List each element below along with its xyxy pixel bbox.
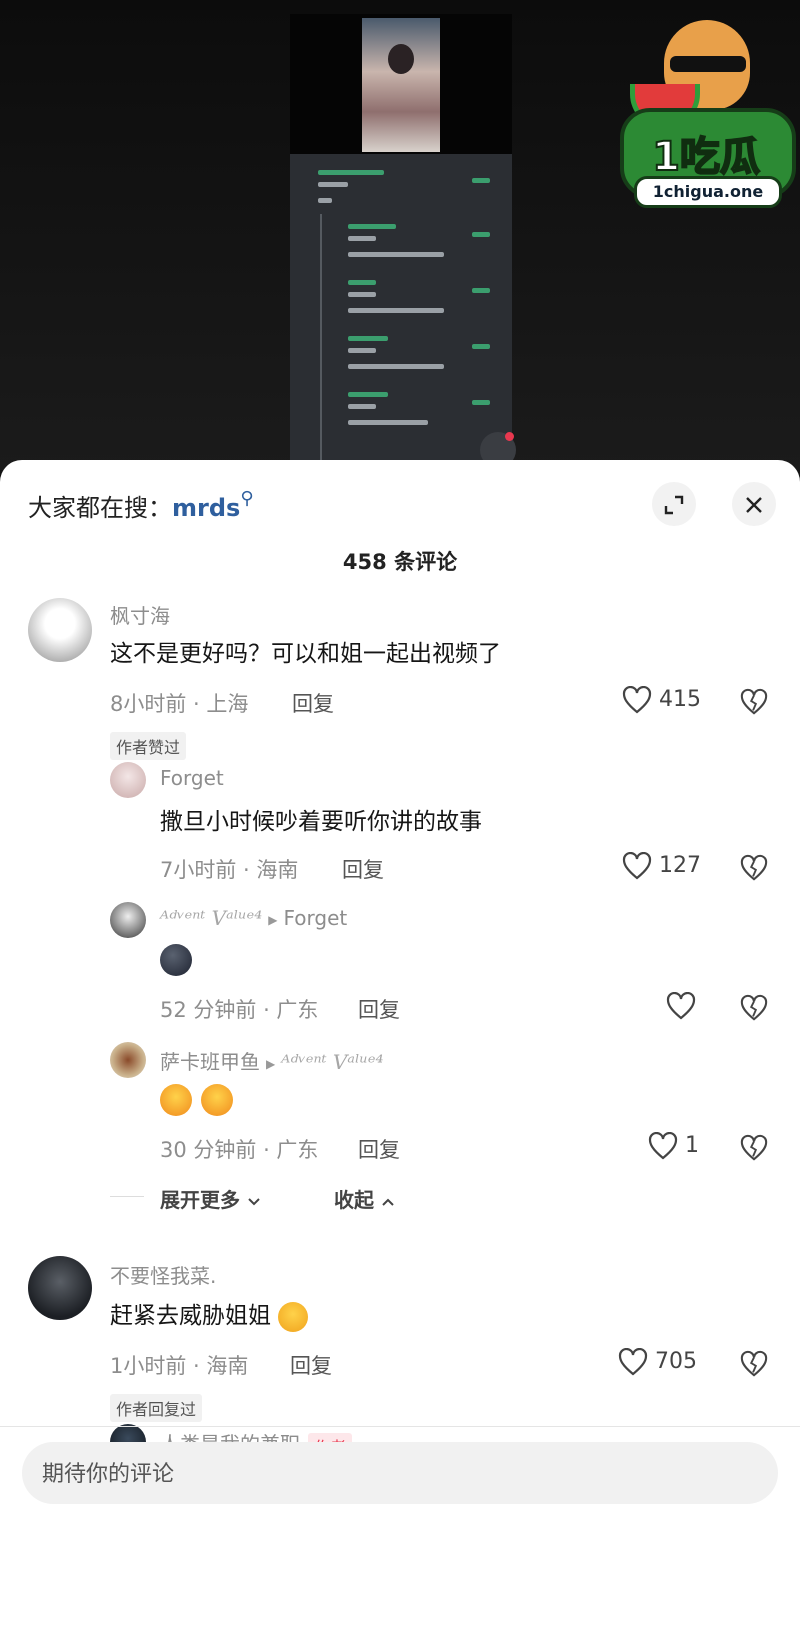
- broken-heart-icon[interactable]: [740, 854, 768, 882]
- reply-button[interactable]: 回复: [358, 1134, 400, 1164]
- reply-text: 撒旦小时候吵着要听你讲的故事: [160, 809, 482, 835]
- reply-time-location: 7小时前 · 海南: [160, 858, 299, 882]
- comment-username[interactable]: 不要怪我菜.: [110, 1260, 216, 1289]
- like-button[interactable]: [666, 992, 696, 1020]
- laughing-emoji: [160, 1084, 192, 1116]
- comment-text: 赶紧去威胁姐姐: [110, 1303, 271, 1329]
- triangle-right-icon: ▶: [268, 912, 278, 927]
- comment-time-location: 1小时前 · 海南: [110, 1354, 249, 1378]
- search-term[interactable]: mrds: [172, 494, 240, 522]
- broken-heart-icon[interactable]: [740, 1350, 768, 1378]
- like-count: 415: [659, 687, 701, 712]
- avatar[interactable]: [28, 1256, 92, 1320]
- comment-text: 这不是更好吗？可以和姐一起出视频了: [110, 641, 501, 667]
- reply-button[interactable]: 回复: [290, 1350, 332, 1380]
- chevron-down-icon: [248, 1197, 260, 1205]
- broken-heart-icon[interactable]: [740, 1134, 768, 1162]
- blob-emoji: [160, 944, 192, 976]
- heart-icon: [622, 852, 652, 880]
- reply-emojis: [160, 1084, 234, 1116]
- notification-dot: [505, 432, 514, 441]
- chevron-up-icon: [382, 1198, 394, 1206]
- reply-button[interactable]: 回复: [292, 688, 334, 718]
- reply-to-username[interactable]: ᴬᵈᵛᵉⁿᵗ Vᵃˡᵘᵉ⁴: [281, 1050, 383, 1074]
- logo-brand-text: 1吃瓜: [651, 133, 761, 181]
- like-count: 705: [655, 1349, 697, 1374]
- close-icon: [746, 497, 762, 513]
- like-button[interactable]: 1: [648, 1132, 699, 1160]
- logo-url-text: 1chigua.one: [634, 176, 782, 208]
- avatar[interactable]: [28, 598, 92, 662]
- divider: [0, 1426, 800, 1427]
- heart-icon: [648, 1132, 678, 1160]
- like-button[interactable]: 705: [618, 1348, 697, 1376]
- reply-button[interactable]: 回复: [342, 854, 384, 884]
- rofl-emoji: [278, 1301, 309, 1332]
- broken-heart-icon[interactable]: [740, 688, 768, 716]
- like-count: 127: [659, 853, 701, 878]
- like-button[interactable]: 127: [622, 852, 701, 880]
- author-replied-badge: 作者回复过: [110, 1394, 203, 1422]
- like-button[interactable]: 415: [622, 686, 701, 714]
- reply-username[interactable]: 萨卡班甲鱼: [160, 1050, 260, 1074]
- expand-more-button[interactable]: 展开更多: [160, 1184, 261, 1213]
- thumbnail-image: [362, 18, 440, 152]
- video-thumbnail[interactable]: [290, 14, 512, 154]
- reply-username[interactable]: ᴬᵈᵛᵉⁿᵗ Vᵃˡᵘᵉ⁴: [160, 906, 262, 930]
- avatar[interactable]: [110, 902, 146, 938]
- collapse-button[interactable]: 收起: [334, 1184, 395, 1213]
- reply-sticker: [160, 944, 192, 976]
- author-liked-badge: 作者赞过: [110, 732, 187, 760]
- reply-username-row: ᴬᵈᵛᵉⁿᵗ Vᵃˡᵘᵉ⁴ ▶ Forget: [160, 906, 347, 930]
- reply-username[interactable]: Forget: [160, 766, 224, 790]
- expand-button[interactable]: [652, 482, 696, 526]
- search-prefix: 大家都在搜：: [28, 494, 172, 522]
- comment-username[interactable]: 枫寸海: [110, 600, 170, 629]
- reply-to-username[interactable]: Forget: [283, 906, 347, 930]
- reply-time-location: 30 分钟前 · 广东: [160, 1138, 319, 1162]
- heart-icon: [666, 992, 696, 1020]
- divider: [110, 1196, 144, 1197]
- triangle-right-icon: ▶: [266, 1056, 276, 1071]
- close-button[interactable]: [732, 482, 776, 526]
- comment-input-container[interactable]: [22, 1442, 778, 1506]
- heart-icon: [618, 1348, 648, 1376]
- expand-icon: [664, 495, 684, 515]
- avatar[interactable]: [110, 762, 146, 798]
- site-logo: 1吃瓜 1chigua.one: [620, 12, 796, 208]
- comments-sheet: 大家都在搜：mrds⚲ 458 条评论 枫寸海 这不是更好吗？可以和姐一起出视频…: [0, 460, 800, 1644]
- like-count: 1: [685, 1133, 699, 1158]
- comment-count: 458 条评论: [342, 550, 458, 574]
- expand-more-label: 展开更多: [160, 1188, 240, 1212]
- comment-text-row: 赶紧去威胁姐姐: [110, 1296, 309, 1332]
- reply-username-row: 萨卡班甲鱼 ▶ ᴬᵈᵛᵉⁿᵗ Vᵃˡᵘᵉ⁴: [160, 1046, 383, 1075]
- comment-input[interactable]: [22, 1442, 744, 1506]
- comment-time-location: 8小时前 · 上海: [110, 692, 249, 716]
- laughing-emoji: [201, 1084, 234, 1116]
- avatar[interactable]: [110, 1042, 146, 1078]
- embedded-comment-screenshot: [290, 154, 512, 470]
- search-icon[interactable]: ⚲: [240, 488, 253, 509]
- trending-search[interactable]: 大家都在搜：mrds⚲: [28, 488, 254, 523]
- broken-heart-icon[interactable]: [740, 994, 768, 1022]
- reply-button[interactable]: 回复: [358, 994, 400, 1024]
- reply-time-location: 52 分钟前 · 广东: [160, 998, 319, 1022]
- collapse-label: 收起: [334, 1188, 374, 1212]
- heart-icon: [622, 686, 652, 714]
